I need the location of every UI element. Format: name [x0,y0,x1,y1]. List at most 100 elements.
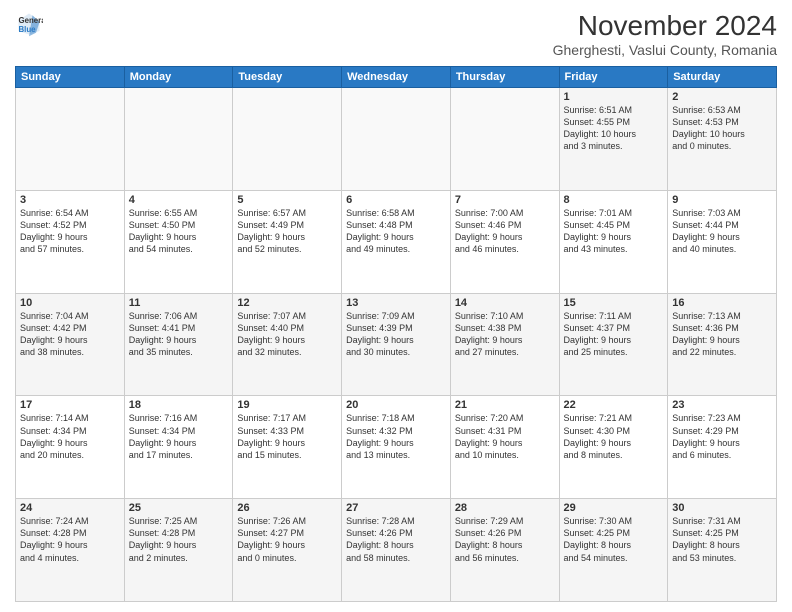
day-info: Sunrise: 6:53 AM Sunset: 4:53 PM Dayligh… [672,104,772,153]
week-row-3: 10Sunrise: 7:04 AM Sunset: 4:42 PM Dayli… [16,293,777,396]
day-cell-2-4: 14Sunrise: 7:10 AM Sunset: 4:38 PM Dayli… [450,293,559,396]
header-saturday: Saturday [668,67,777,88]
day-info: Sunrise: 7:20 AM Sunset: 4:31 PM Dayligh… [455,412,555,461]
day-number: 3 [20,194,120,206]
day-number: 29 [564,502,664,514]
day-number: 4 [129,194,229,206]
header-wednesday: Wednesday [342,67,451,88]
day-info: Sunrise: 7:24 AM Sunset: 4:28 PM Dayligh… [20,515,120,564]
day-cell-1-3: 6Sunrise: 6:58 AM Sunset: 4:48 PM Daylig… [342,190,451,293]
day-info: Sunrise: 6:57 AM Sunset: 4:49 PM Dayligh… [237,207,337,256]
logo: General Blue [15,10,43,38]
day-cell-4-2: 26Sunrise: 7:26 AM Sunset: 4:27 PM Dayli… [233,499,342,602]
day-cell-1-5: 8Sunrise: 7:01 AM Sunset: 4:45 PM Daylig… [559,190,668,293]
location-subtitle: Gherghesti, Vaslui County, Romania [553,42,777,58]
day-number: 6 [346,194,446,206]
day-cell-0-2 [233,88,342,191]
day-cell-4-5: 29Sunrise: 7:30 AM Sunset: 4:25 PM Dayli… [559,499,668,602]
day-number: 25 [129,502,229,514]
day-info: Sunrise: 7:09 AM Sunset: 4:39 PM Dayligh… [346,310,446,359]
week-row-1: 1Sunrise: 6:51 AM Sunset: 4:55 PM Daylig… [16,88,777,191]
day-cell-4-0: 24Sunrise: 7:24 AM Sunset: 4:28 PM Dayli… [16,499,125,602]
month-title: November 2024 [553,10,777,42]
day-cell-2-1: 11Sunrise: 7:06 AM Sunset: 4:41 PM Dayli… [124,293,233,396]
day-number: 27 [346,502,446,514]
day-cell-3-0: 17Sunrise: 7:14 AM Sunset: 4:34 PM Dayli… [16,396,125,499]
day-cell-1-1: 4Sunrise: 6:55 AM Sunset: 4:50 PM Daylig… [124,190,233,293]
day-number: 14 [455,297,555,309]
day-info: Sunrise: 6:54 AM Sunset: 4:52 PM Dayligh… [20,207,120,256]
day-number: 9 [672,194,772,206]
day-info: Sunrise: 7:21 AM Sunset: 4:30 PM Dayligh… [564,412,664,461]
day-cell-4-6: 30Sunrise: 7:31 AM Sunset: 4:25 PM Dayli… [668,499,777,602]
day-cell-2-2: 12Sunrise: 7:07 AM Sunset: 4:40 PM Dayli… [233,293,342,396]
day-number: 7 [455,194,555,206]
weekday-header-row: Sunday Monday Tuesday Wednesday Thursday… [16,67,777,88]
day-cell-0-3 [342,88,451,191]
day-number: 28 [455,502,555,514]
header-sunday: Sunday [16,67,125,88]
day-info: Sunrise: 7:06 AM Sunset: 4:41 PM Dayligh… [129,310,229,359]
week-row-4: 17Sunrise: 7:14 AM Sunset: 4:34 PM Dayli… [16,396,777,499]
day-number: 13 [346,297,446,309]
day-number: 8 [564,194,664,206]
day-info: Sunrise: 7:03 AM Sunset: 4:44 PM Dayligh… [672,207,772,256]
day-info: Sunrise: 7:01 AM Sunset: 4:45 PM Dayligh… [564,207,664,256]
day-info: Sunrise: 7:14 AM Sunset: 4:34 PM Dayligh… [20,412,120,461]
day-number: 23 [672,399,772,411]
day-number: 24 [20,502,120,514]
day-number: 30 [672,502,772,514]
header-thursday: Thursday [450,67,559,88]
day-info: Sunrise: 6:51 AM Sunset: 4:55 PM Dayligh… [564,104,664,153]
day-cell-3-4: 21Sunrise: 7:20 AM Sunset: 4:31 PM Dayli… [450,396,559,499]
day-cell-4-1: 25Sunrise: 7:25 AM Sunset: 4:28 PM Dayli… [124,499,233,602]
day-cell-1-6: 9Sunrise: 7:03 AM Sunset: 4:44 PM Daylig… [668,190,777,293]
day-number: 17 [20,399,120,411]
day-number: 22 [564,399,664,411]
day-cell-4-3: 27Sunrise: 7:28 AM Sunset: 4:26 PM Dayli… [342,499,451,602]
day-number: 1 [564,91,664,103]
day-cell-3-2: 19Sunrise: 7:17 AM Sunset: 4:33 PM Dayli… [233,396,342,499]
day-cell-4-4: 28Sunrise: 7:29 AM Sunset: 4:26 PM Dayli… [450,499,559,602]
day-info: Sunrise: 7:04 AM Sunset: 4:42 PM Dayligh… [20,310,120,359]
day-cell-1-0: 3Sunrise: 6:54 AM Sunset: 4:52 PM Daylig… [16,190,125,293]
day-info: Sunrise: 7:17 AM Sunset: 4:33 PM Dayligh… [237,412,337,461]
day-info: Sunrise: 7:26 AM Sunset: 4:27 PM Dayligh… [237,515,337,564]
day-cell-2-0: 10Sunrise: 7:04 AM Sunset: 4:42 PM Dayli… [16,293,125,396]
header-monday: Monday [124,67,233,88]
day-info: Sunrise: 7:31 AM Sunset: 4:25 PM Dayligh… [672,515,772,564]
day-number: 5 [237,194,337,206]
day-info: Sunrise: 6:55 AM Sunset: 4:50 PM Dayligh… [129,207,229,256]
day-number: 18 [129,399,229,411]
day-number: 11 [129,297,229,309]
day-cell-2-6: 16Sunrise: 7:13 AM Sunset: 4:36 PM Dayli… [668,293,777,396]
week-row-2: 3Sunrise: 6:54 AM Sunset: 4:52 PM Daylig… [16,190,777,293]
day-info: Sunrise: 7:29 AM Sunset: 4:26 PM Dayligh… [455,515,555,564]
day-cell-0-5: 1Sunrise: 6:51 AM Sunset: 4:55 PM Daylig… [559,88,668,191]
day-cell-3-3: 20Sunrise: 7:18 AM Sunset: 4:32 PM Dayli… [342,396,451,499]
svg-text:Blue: Blue [19,25,37,34]
day-cell-2-5: 15Sunrise: 7:11 AM Sunset: 4:37 PM Dayli… [559,293,668,396]
day-cell-3-1: 18Sunrise: 7:16 AM Sunset: 4:34 PM Dayli… [124,396,233,499]
day-info: Sunrise: 7:11 AM Sunset: 4:37 PM Dayligh… [564,310,664,359]
calendar-table: Sunday Monday Tuesday Wednesday Thursday… [15,66,777,602]
logo-icon: General Blue [15,10,43,38]
day-number: 2 [672,91,772,103]
day-info: Sunrise: 7:13 AM Sunset: 4:36 PM Dayligh… [672,310,772,359]
day-info: Sunrise: 7:00 AM Sunset: 4:46 PM Dayligh… [455,207,555,256]
day-number: 21 [455,399,555,411]
day-cell-2-3: 13Sunrise: 7:09 AM Sunset: 4:39 PM Dayli… [342,293,451,396]
day-cell-1-2: 5Sunrise: 6:57 AM Sunset: 4:49 PM Daylig… [233,190,342,293]
day-info: Sunrise: 7:23 AM Sunset: 4:29 PM Dayligh… [672,412,772,461]
day-cell-0-6: 2Sunrise: 6:53 AM Sunset: 4:53 PM Daylig… [668,88,777,191]
title-block: November 2024 Gherghesti, Vaslui County,… [553,10,777,58]
week-row-5: 24Sunrise: 7:24 AM Sunset: 4:28 PM Dayli… [16,499,777,602]
day-info: Sunrise: 7:18 AM Sunset: 4:32 PM Dayligh… [346,412,446,461]
day-info: Sunrise: 6:58 AM Sunset: 4:48 PM Dayligh… [346,207,446,256]
day-cell-0-1 [124,88,233,191]
header-friday: Friday [559,67,668,88]
day-cell-0-4 [450,88,559,191]
day-number: 26 [237,502,337,514]
day-info: Sunrise: 7:30 AM Sunset: 4:25 PM Dayligh… [564,515,664,564]
day-number: 16 [672,297,772,309]
